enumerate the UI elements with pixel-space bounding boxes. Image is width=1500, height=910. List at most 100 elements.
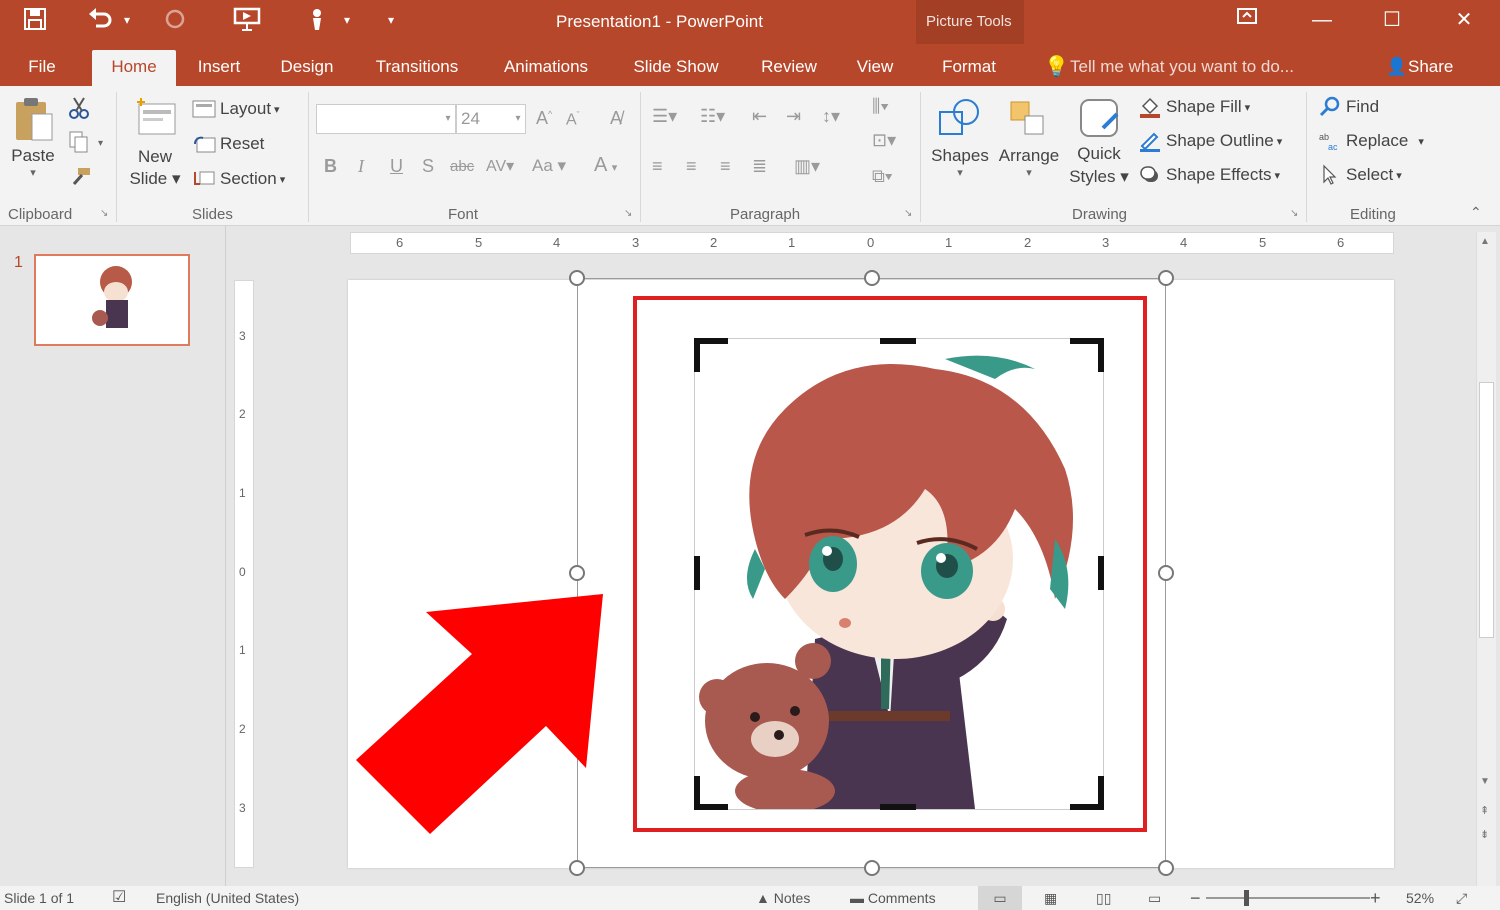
drawing-launcher-icon[interactable]: ↘ [1290,208,1298,219]
close-icon[interactable]: ✕ [1452,6,1476,34]
smartart-icon[interactable]: ⧉▾ [872,166,892,187]
tab-review[interactable]: Review [752,50,826,86]
tab-transitions[interactable]: Transitions [366,50,468,86]
crop-handle-right[interactable] [1098,556,1104,590]
font-size-dropdown-icon[interactable]: ▾ [510,104,526,134]
align-text-icon[interactable]: ⊡▾ [872,130,896,151]
align-right-icon[interactable]: ≡ [720,156,731,177]
change-case-button[interactable]: Aa ▾ [532,156,566,176]
slide-thumbnail[interactable] [34,254,190,346]
minimize-icon[interactable]: — [1310,6,1334,34]
columns-icon[interactable]: ▥▾ [794,156,820,177]
tab-animations[interactable]: Animations [492,50,600,86]
slide-sorter-icon[interactable]: ▦ [1044,886,1057,910]
copy-icon[interactable]: ▾ [68,130,108,154]
arrange-button[interactable]: Arrange ▾ [994,94,1064,204]
zoom-in-icon[interactable]: + [1370,886,1381,910]
clear-formatting-icon[interactable]: A̸ [610,108,622,129]
character-image[interactable] [694,338,1104,810]
fit-slide-icon[interactable]: ⤢ [1456,886,1467,910]
scrollbar-thumb[interactable] [1479,382,1494,638]
decrease-font-size-icon[interactable]: Aˇ [566,110,580,129]
font-color-icon[interactable]: A ▾ [594,154,617,177]
align-center-icon[interactable]: ≡ [686,156,697,177]
paragraph-launcher-icon[interactable]: ↘ [904,208,912,219]
tell-me-search[interactable]: Tell me what you want to do... [1070,50,1340,86]
save-icon[interactable] [22,6,52,32]
crop-handle-top-right[interactable] [1070,338,1104,372]
tab-design[interactable]: Design [272,50,342,86]
line-spacing-icon[interactable]: ↕▾ [822,106,840,127]
zoom-level[interactable]: 52% [1406,886,1434,910]
resize-handle-bottom[interactable] [864,860,880,876]
resize-handle-top[interactable] [864,270,880,286]
font-name-input[interactable] [316,104,456,134]
collapse-ribbon-icon[interactable]: ⌃ [1470,204,1482,221]
maximize-icon[interactable]: ☐ [1380,6,1404,34]
tab-view[interactable]: View [848,50,902,86]
resize-handle-top-right[interactable] [1158,270,1174,286]
shapes-button[interactable]: Shapes ▾ [928,94,992,204]
font-launcher-icon[interactable]: ↘ [624,208,632,219]
replace-button[interactable]: ab ac Replace ▾ [1318,128,1424,154]
notes-button[interactable]: ▲ Notes [756,886,810,910]
touch-dropdown-icon[interactable]: ▾ [338,6,356,34]
reading-view-icon[interactable]: ▯▯ [1096,886,1111,910]
layout-button[interactable]: Layout ▾ [192,96,280,122]
increase-indent-icon[interactable]: ⇥ [786,106,801,127]
underline-icon[interactable]: U [390,156,403,177]
zoom-slider-thumb[interactable] [1244,890,1249,906]
resize-handle-left[interactable] [569,565,585,581]
crop-handle-top[interactable] [880,338,916,344]
vertical-scrollbar[interactable]: ▲ ▼ ⇞ ⇟ [1476,232,1496,886]
increase-font-size-icon[interactable]: A^ [536,108,552,129]
ribbon-display-options-icon[interactable] [1236,6,1260,26]
shape-fill-button[interactable]: Shape Fill ▾ [1138,94,1250,120]
clipboard-launcher-icon[interactable]: ↘ [100,208,108,219]
resize-handle-bottom-right[interactable] [1158,860,1174,876]
quick-styles-button[interactable]: Quick Styles ▾ [1068,94,1130,204]
spell-check-icon[interactable]: ☑ [112,886,126,910]
scroll-down-icon[interactable]: ▼ [1480,776,1490,787]
select-button[interactable]: Select ▾ [1318,162,1402,188]
justify-icon[interactable]: ≣ [752,156,767,177]
resize-handle-right[interactable] [1158,565,1174,581]
touch-mode-icon[interactable] [304,6,334,32]
crop-handle-bottom-right[interactable] [1070,776,1104,810]
italic-icon[interactable]: I [358,156,364,177]
shape-outline-button[interactable]: Shape Outline ▾ [1138,128,1282,154]
next-slide-icon[interactable]: ⇟ [1480,828,1489,841]
resize-handle-top-left[interactable] [569,270,585,286]
crop-handle-bottom-left[interactable] [694,776,728,810]
scroll-up-icon[interactable]: ▲ [1480,236,1490,247]
tab-file[interactable]: File [20,50,64,86]
tab-insert[interactable]: Insert [190,50,248,86]
text-direction-icon[interactable]: ⫼▾ [872,96,889,117]
customize-qat-icon[interactable]: ▾ [382,6,400,34]
previous-slide-icon[interactable]: ⇞ [1480,804,1489,817]
section-button[interactable]: Section ▾ [192,166,285,192]
start-slideshow-icon[interactable] [232,6,266,32]
zoom-slider[interactable] [1206,897,1370,899]
find-button[interactable]: Find [1318,94,1379,120]
crop-handle-top-left[interactable] [694,338,728,372]
bold-icon[interactable]: B [324,156,337,177]
new-slide-button[interactable]: New Slide ▾ [126,94,184,204]
comments-button[interactable]: ▬ Comments [850,886,936,910]
cut-icon[interactable] [68,96,90,120]
font-name-dropdown-icon[interactable]: ▾ [440,104,456,134]
normal-view-icon[interactable]: ▭ [978,886,1022,910]
crop-handle-bottom[interactable] [880,804,916,810]
resize-handle-bottom-left[interactable] [569,860,585,876]
numbering-icon[interactable]: ☷▾ [700,106,725,127]
crop-handle-left[interactable] [694,556,700,590]
language-status[interactable]: English (United States) [156,886,299,910]
paste-button[interactable]: Paste ▾ [8,94,58,204]
reset-button[interactable]: Reset [192,131,264,157]
format-painter-icon[interactable] [68,166,92,188]
undo-icon[interactable] [86,6,116,32]
align-left-icon[interactable]: ≡ [652,156,663,177]
tab-format[interactable]: Format [930,50,1008,86]
redo-icon[interactable] [162,6,192,32]
bullets-icon[interactable]: ☰▾ [652,106,677,127]
